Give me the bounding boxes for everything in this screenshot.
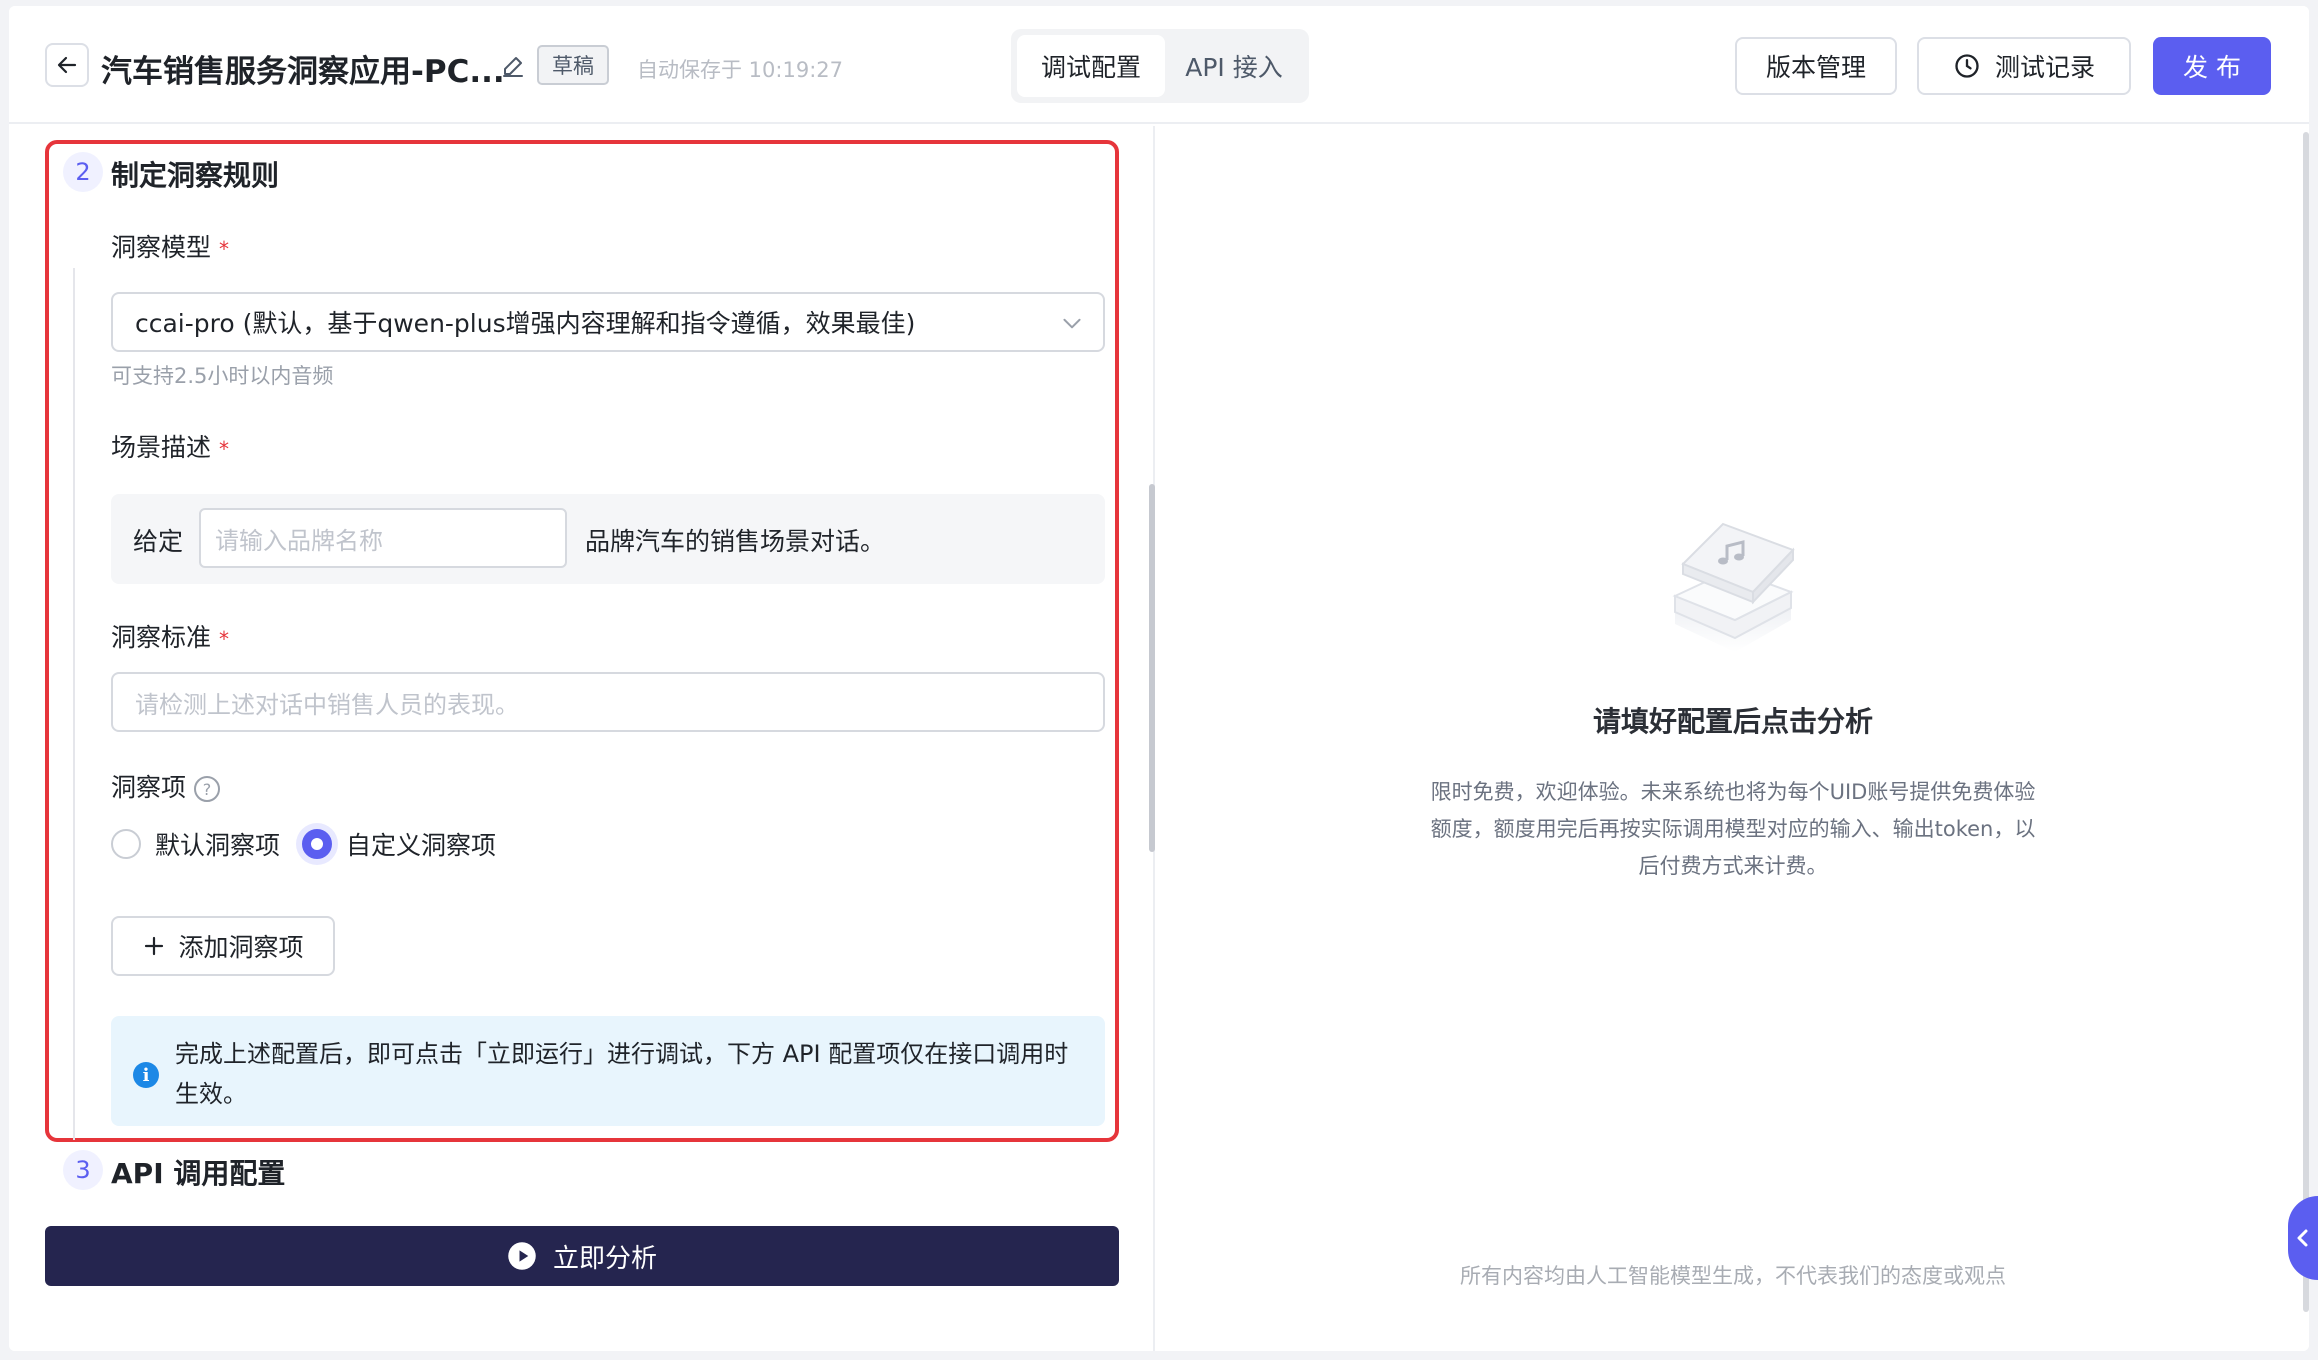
items-label-text: 洞察项 [111, 773, 187, 802]
preview-panel: 请填好配置后点击分析 限时免费，欢迎体验。未来系统也将为每个UID账号提供免费体… [1157, 126, 2309, 1351]
publish-button[interactable]: 发 布 [2153, 37, 2271, 95]
standard-label: 洞察标准 * [111, 618, 229, 654]
help-icon[interactable]: ? [194, 776, 221, 802]
radio-default-items[interactable]: 默认洞察项 [111, 826, 280, 862]
standard-label-text: 洞察标准 [111, 623, 212, 652]
required-mark: * [219, 237, 230, 261]
radio-unchecked [111, 829, 141, 859]
radio-custom-label: 自定义洞察项 [346, 831, 497, 860]
app-window: 汽车销售服务洞察应用-PC... 草稿 自动保存于 10:19:27 调试配置 … [9, 6, 2309, 1351]
header: 汽车销售服务洞察应用-PC... 草稿 自动保存于 10:19:27 调试配置 … [9, 6, 2309, 124]
brand-name-input[interactable]: 请输入品牌名称 [199, 508, 567, 568]
scene-suffix: 品牌汽车的销售场景对话。 [585, 527, 886, 556]
radio-custom-items[interactable]: 自定义洞察项 [302, 826, 496, 862]
run-analysis-button[interactable]: 立即分析 [45, 1226, 1119, 1286]
required-mark: * [219, 627, 230, 651]
info-text: 完成上述配置后，即可点击「立即运行」进行调试，下方 API 配置项仅在接口调用时… [175, 1040, 1069, 1108]
edit-icon[interactable] [501, 54, 525, 78]
scene-description-box: 给定 请输入品牌名称 品牌汽车的销售场景对话。 [111, 494, 1105, 584]
radio-default-label: 默认洞察项 [155, 831, 281, 860]
test-history-label: 测试记录 [1994, 53, 2095, 82]
clock-icon [1955, 54, 1979, 78]
ai-disclaimer: 所有内容均由人工智能模型生成，不代表我们的态度或观点 [1460, 1264, 2006, 1288]
back-button[interactable] [45, 43, 89, 87]
chevron-left-icon [2297, 1229, 2308, 1247]
add-insight-item-label: 添加洞察项 [178, 933, 304, 962]
chevron-down-icon [1063, 318, 1081, 329]
add-insight-item-button[interactable]: 添加洞察项 [111, 916, 335, 976]
autosave-status: 自动保存于 10:19:27 [637, 58, 843, 82]
info-icon: i [133, 1062, 159, 1088]
items-label: 洞察项? [111, 768, 221, 804]
tab-debug-config[interactable]: 调试配置 [1017, 35, 1165, 97]
run-analysis-label: 立即分析 [552, 1243, 657, 1274]
empty-state-title: 请填好配置后点击分析 [1592, 705, 1873, 738]
section-title-insight-rules: 制定洞察规则 [111, 159, 280, 192]
empty-state-description: 限时免费，欢迎体验。未来系统也将为每个UID账号提供免费体验额度，额度用完后再按… [1430, 780, 2036, 878]
config-panel: 2 制定洞察规则 洞察模型 * ccai-pro (默认，基于qwen-plus增… [9, 126, 1155, 1351]
step-number-2: 2 [63, 152, 103, 192]
radio-checked [302, 829, 333, 859]
model-select-value: ccai-pro (默认，基于qwen-plus增强内容理解和指令遵循，效果最佳… [135, 309, 916, 338]
page-scrollbar[interactable] [2303, 132, 2309, 1312]
play-icon [508, 1242, 536, 1270]
scene-label: 场景描述 * [111, 428, 229, 464]
plus-icon [145, 936, 164, 956]
draft-badge: 草稿 [537, 45, 609, 85]
music-file-illustration-icon [1672, 522, 1795, 652]
step-connector-line [73, 268, 75, 1140]
insight-standard-input[interactable]: 请检测上述对话中销售人员的表现。 [111, 672, 1105, 732]
required-mark: * [219, 437, 230, 461]
model-label-text: 洞察模型 [111, 233, 212, 262]
step-number-3: 3 [63, 1150, 103, 1190]
test-history-button[interactable]: 测试记录 [1917, 37, 2131, 95]
app-title: 汽车销售服务洞察应用-PC... [101, 54, 505, 90]
model-hint: 可支持2.5小时以内音频 [111, 364, 334, 388]
scene-label-text: 场景描述 [111, 433, 212, 462]
version-management-button[interactable]: 版本管理 [1735, 37, 1897, 95]
arrow-left-icon [57, 56, 77, 74]
info-alert: i 完成上述配置后，即可点击「立即运行」进行调试，下方 API 配置项仅在接口调… [111, 1016, 1105, 1126]
tab-api-access[interactable]: API 接入 [1165, 35, 1303, 97]
model-select[interactable]: ccai-pro (默认，基于qwen-plus增强内容理解和指令遵循，效果最佳… [111, 292, 1105, 352]
config-scrollbar[interactable] [1149, 484, 1155, 852]
insight-items-radio-group: 默认洞察项 自定义洞察项 [111, 826, 518, 862]
mode-tabs: 调试配置 API 接入 [1011, 29, 1309, 103]
model-label: 洞察模型 * [111, 228, 229, 264]
scene-prefix: 给定 [133, 527, 184, 556]
section-title-api-config[interactable]: API 调用配置 [111, 1152, 285, 1192]
